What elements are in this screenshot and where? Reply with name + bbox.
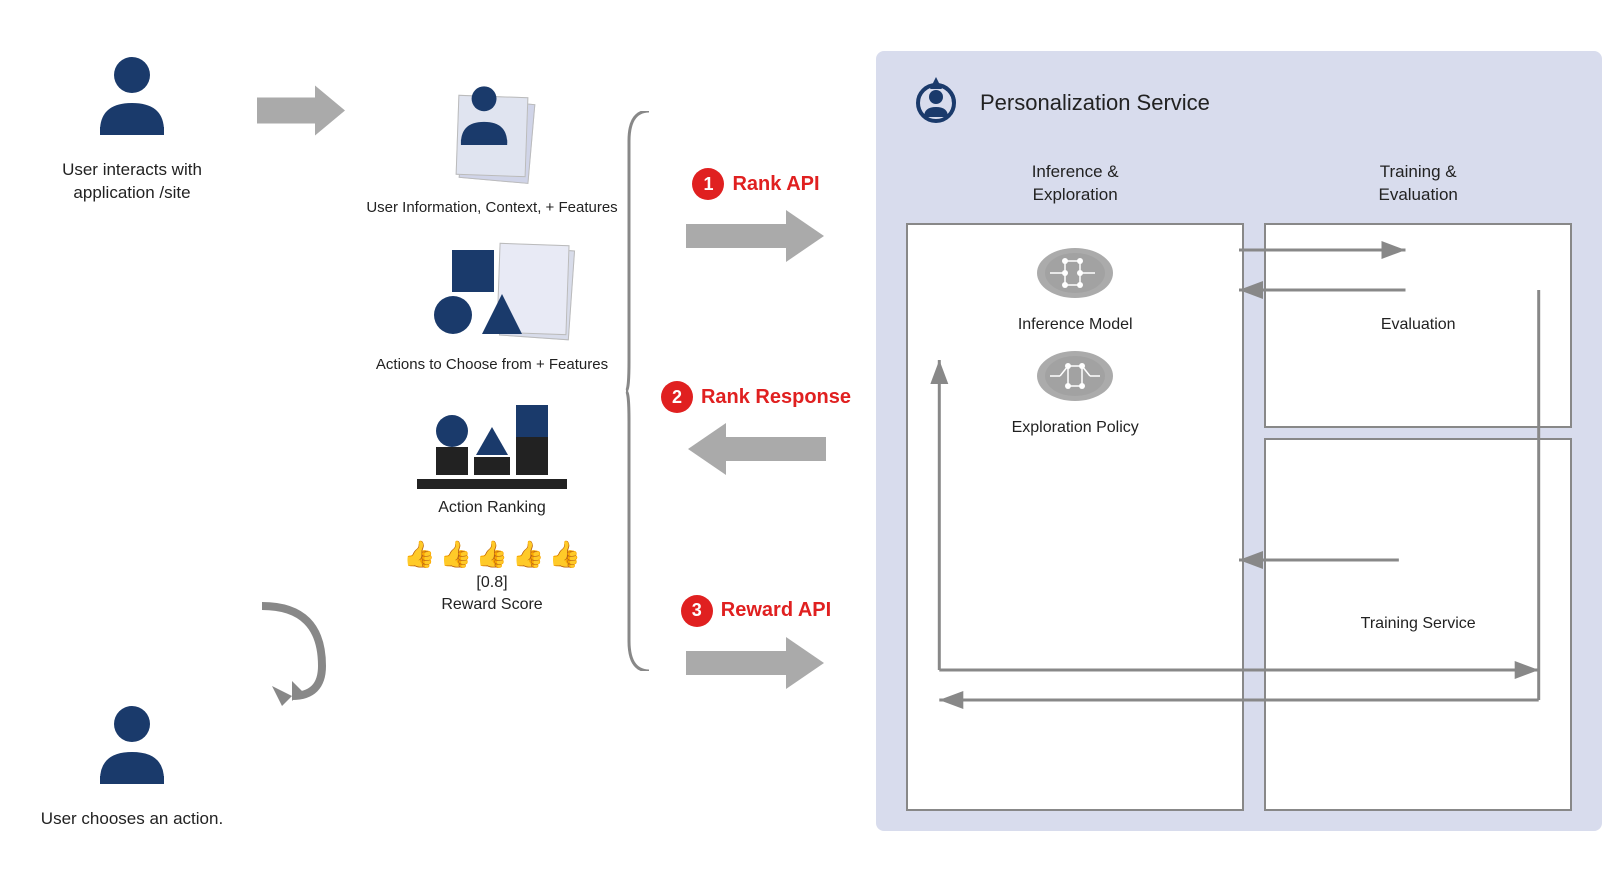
action-ranking-block: Action Ranking — [417, 405, 567, 519]
evaluation-box: Evaluation — [1264, 223, 1572, 427]
reward-api-row: 3 Reward API — [681, 595, 831, 627]
thumb-3: 👍 — [476, 539, 508, 570]
rank-api-arrow — [686, 206, 826, 266]
inference-model-icon — [1030, 241, 1120, 306]
exploration-policy-icon — [1030, 344, 1120, 409]
inference-exploration-col: Inference & Exploration — [906, 160, 1244, 811]
ps-title: Personalization Service — [980, 90, 1210, 116]
ps-icon — [906, 71, 966, 136]
inference-exploration-box: Inference Model — [906, 223, 1244, 810]
user-top-label: User interacts with application /site — [22, 158, 242, 206]
reward-api-circle: 3 — [681, 595, 713, 627]
reward-block: 👍 👍 👍 👍 👍 [0.8] Reward Score — [403, 539, 581, 617]
rank-api-label: Rank API — [732, 173, 819, 196]
action-ranking-label: Action Ranking — [438, 497, 546, 519]
reward-api-block: 3 Reward API — [681, 595, 831, 693]
rank-response-label: Rank Response — [701, 386, 851, 409]
exploration-policy-label: Exploration Policy — [1012, 419, 1139, 437]
rank-api-row: 1 Rank API — [692, 168, 819, 200]
actions-label: Actions to Choose from + Features — [376, 354, 608, 375]
rank-response-arrow — [686, 419, 826, 479]
thumb-4: 👍 — [512, 539, 544, 570]
ps-title-row: Personalization Service — [906, 71, 1572, 136]
training-col-title: Training & Evaluation — [1378, 160, 1457, 208]
thumb-5: 👍 — [549, 539, 581, 570]
reward-value-label: [0.8] — [476, 572, 507, 594]
user-info-label: User Information, Context, + Features — [366, 197, 617, 218]
rank-api-block: 1 Rank API — [686, 168, 826, 266]
inference-model-label: Inference Model — [1018, 316, 1133, 334]
user-bottom-icon — [87, 700, 177, 795]
curved-arrow-bottom — [242, 586, 362, 711]
ranking-visual — [436, 405, 548, 475]
rank-response-block: 2 Rank Response — [661, 381, 851, 479]
thumb-2: 👍 — [439, 539, 471, 570]
user-info-block: User Information, Context, + Features — [366, 81, 617, 218]
reward-api-label: Reward API — [721, 599, 831, 622]
user-top-icon — [87, 51, 177, 146]
user-bottom-block: User chooses an action. — [41, 700, 223, 831]
inference-col-title: Inference & Exploration — [1032, 160, 1119, 208]
rank-response-row: 2 Rank Response — [661, 381, 851, 413]
te-boxes: Evaluation Training Service — [1264, 223, 1572, 810]
curly-brace — [624, 111, 654, 671]
diagram-container: User interacts with application /site Us… — [22, 21, 1602, 861]
actions-block: Actions to Choose from + Features — [376, 238, 608, 375]
rank-response-circle: 2 — [661, 381, 693, 413]
training-service-box: Training Service — [1264, 438, 1572, 811]
training-evaluation-col: Training & Evaluation Evaluation Trainin… — [1264, 160, 1572, 811]
reward-api-arrow — [686, 633, 826, 693]
user-top-block: User interacts with application /site — [22, 51, 242, 206]
left-section: User interacts with application /site Us… — [22, 51, 242, 831]
thumbs-row: 👍 👍 👍 👍 👍 — [403, 539, 581, 570]
rank-api-circle: 1 — [692, 168, 724, 200]
arrow-right-top — [257, 81, 347, 146]
thumb-1: 👍 — [403, 539, 435, 570]
user-bottom-label: User chooses an action. — [41, 807, 223, 831]
features-section: User Information, Context, + Features Ac… — [362, 51, 622, 831]
api-arrows-section: 1 Rank API 2 Rank Response 3 Reward API — [656, 51, 856, 831]
personalization-section: Personalization Service Inference & Expl… — [876, 51, 1602, 831]
reward-score-label: Reward Score — [441, 594, 542, 616]
